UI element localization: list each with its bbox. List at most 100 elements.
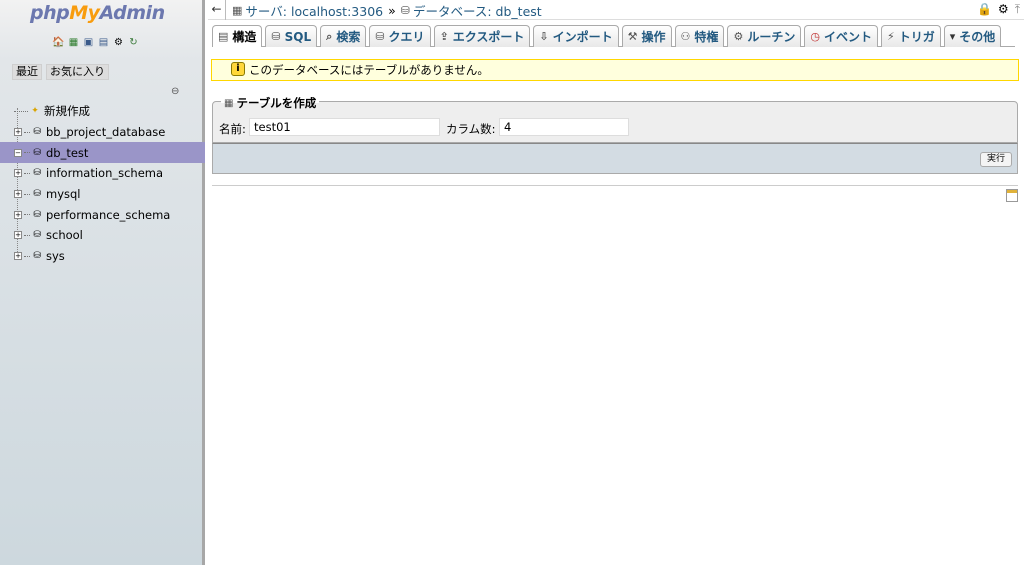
column-count-label: カラム数: [446, 122, 496, 136]
recent-button[interactable]: 最近 [12, 64, 42, 80]
expand-icon[interactable]: + [14, 190, 22, 199]
table-name-input[interactable] [249, 118, 440, 136]
expand-icon[interactable]: + [14, 169, 22, 178]
column-count-input[interactable] [499, 118, 629, 136]
expand-icon[interactable]: + [14, 231, 22, 240]
privileges-icon: ⚇ [680, 30, 691, 43]
triggers-icon: ⚡ [886, 30, 895, 43]
tree-item-label: school [46, 228, 83, 243]
tree-item-database[interactable]: + ⛁ information_schema [0, 163, 205, 184]
breadcrumb: ▦ サーバ: localhost:3306 » ⛁ データベース: db_tes… [232, 1, 542, 20]
go-button[interactable]: 実行 [979, 152, 1012, 167]
home-icon[interactable]: 🏠 [52, 36, 65, 49]
tree-item-label: bb_project_database [46, 125, 166, 140]
database-icon: ⛁ [33, 209, 41, 220]
link-with-main-icon[interactable]: ⊖ [171, 86, 179, 97]
tab-export[interactable]: ⇪ エクスポート [433, 25, 531, 47]
tree-item-database[interactable]: + ⛁ performance_schema [0, 204, 205, 225]
tree-item-label: sys [46, 249, 65, 264]
tab-privileges[interactable]: ⚇ 特権 [674, 25, 725, 47]
nav-icon-bar: 🏠 ▦ ▣ ▤ ⚙ ↻ [52, 36, 140, 49]
logo-part: php [30, 2, 70, 24]
tab-query[interactable]: ⛁ クエリ [369, 25, 431, 47]
notice-box: i このデータベースにはテーブルがありません。 [211, 59, 1019, 81]
tab-operations[interactable]: ⚒ 操作 [621, 25, 672, 47]
tree-item-database[interactable]: + ⛁ mysql [0, 184, 205, 205]
expand-icon[interactable]: + [14, 210, 22, 219]
back-arrow-icon[interactable]: ← [208, 0, 226, 20]
logout-icon[interactable]: ▦ [67, 36, 80, 49]
table-name-label: 名前: [219, 122, 246, 136]
tab-label: イベント [823, 30, 872, 44]
new-database-icon: ✦ [31, 106, 39, 117]
expand-icon[interactable]: + [14, 128, 22, 137]
tree-item-label: db_test [46, 145, 89, 160]
sql-docs-icon[interactable]: ▤ [97, 36, 110, 49]
collapse-top-icon[interactable]: ⤒ [1015, 2, 1020, 17]
logo[interactable]: phpMyAdmin [30, 2, 165, 24]
lock-icon[interactable]: 🔒 [977, 2, 992, 17]
tree-item-label: performance_schema [46, 207, 171, 222]
settings-icon[interactable]: ⚙ [112, 36, 125, 49]
tab-structure[interactable]: ▤ 構造 [212, 25, 263, 47]
tree-item-label: information_schema [46, 166, 164, 181]
tab-label: 構造 [232, 30, 257, 44]
console-icon[interactable] [1006, 189, 1018, 202]
database-icon: ⛁ [33, 147, 41, 158]
tab-label: エクスポート [452, 30, 525, 44]
routines-icon: ⚙ [733, 30, 744, 43]
tab-routines[interactable]: ⚙ ルーチン [727, 25, 802, 47]
tree-item-database[interactable]: + ⛁ school [0, 225, 205, 246]
navigation-panel: phpMyAdmin 🏠 ▦ ▣ ▤ ⚙ ↻ 最近 お気に入り ⊖ ✦ 新規作成… [0, 0, 205, 565]
logo-part: My [69, 2, 100, 24]
tab-sql[interactable]: ⛁ SQL [265, 25, 318, 47]
tab-label: その他 [959, 30, 996, 44]
tab-label: 検索 [336, 30, 361, 44]
sql-icon: ⛁ [271, 30, 281, 43]
query-icon: ⛁ [375, 30, 385, 43]
table-add-icon: ▦ [224, 97, 234, 109]
create-table-fieldset: ▦ テーブルを作成 名前: カラム数: [212, 95, 1018, 143]
events-icon: ◷ [810, 30, 820, 43]
favorites-button[interactable]: お気に入り [46, 64, 109, 80]
legend-text: テーブルを作成 [236, 96, 317, 110]
export-icon: ⇪ [439, 30, 449, 43]
top-right-icons: 🔒 ⚙ ⤒ [977, 2, 1020, 17]
nav-links: 最近 お気に入り [12, 64, 109, 80]
tree-item-database-active[interactable]: − ⛁ db_test [0, 142, 205, 164]
breadcrumb-server-link[interactable]: サーバ: localhost:3306 [245, 1, 383, 20]
database-tree: ✦ 新規作成 + ⛁ bb_project_database − ⛁ db_te… [0, 101, 205, 267]
database-icon: ⛁ [400, 4, 410, 17]
docs-icon[interactable]: ▣ [82, 36, 95, 49]
tab-label: インポート [552, 30, 613, 44]
database-icon: ⛁ [33, 251, 41, 262]
create-table-footer: 実行 [212, 143, 1018, 174]
tab-import[interactable]: ⇩ インポート [533, 25, 619, 47]
database-icon: ⛁ [33, 168, 41, 179]
breadcrumb-separator: » [388, 3, 396, 18]
tab-triggers[interactable]: ⚡ トリガ [880, 25, 941, 47]
top-bar: ← ▦ サーバ: localhost:3306 » ⛁ データベース: db_t… [208, 0, 1024, 20]
info-icon: i [231, 62, 245, 76]
expand-icon[interactable]: + [14, 252, 22, 261]
server-icon: ▦ [232, 4, 243, 17]
tab-label: トリガ [898, 30, 935, 44]
gear-icon[interactable]: ⚙ [998, 2, 1009, 17]
collapse-icon[interactable]: − [14, 148, 22, 157]
tree-item-database[interactable]: + ⛁ sys [0, 246, 205, 267]
reload-icon[interactable]: ↻ [127, 36, 140, 49]
content-divider [212, 185, 1018, 186]
tree-item-new[interactable]: ✦ 新規作成 [0, 101, 205, 122]
search-icon: ⌕ [326, 29, 333, 43]
database-icon: ⛁ [33, 189, 41, 200]
create-table-legend: ▦ テーブルを作成 [221, 95, 320, 111]
tab-events[interactable]: ◷ イベント [804, 25, 878, 47]
tab-label: 特権 [694, 30, 719, 44]
tree-item-database[interactable]: + ⛁ bb_project_database [0, 122, 205, 143]
tree-item-label: mysql [46, 187, 81, 202]
tab-search[interactable]: ⌕ 検索 [320, 25, 367, 47]
tab-more[interactable]: ▾ その他 [943, 25, 1002, 47]
tab-label: ルーチン [747, 30, 796, 44]
tab-bar: ▤ 構造 ⛁ SQL ⌕ 検索 ⛁ クエリ ⇪ エクスポート ⇩ インポート ⚒ 操作 ⚇ 特権… [212, 25, 1015, 47]
breadcrumb-database-link[interactable]: データベース: db_test [413, 1, 542, 20]
